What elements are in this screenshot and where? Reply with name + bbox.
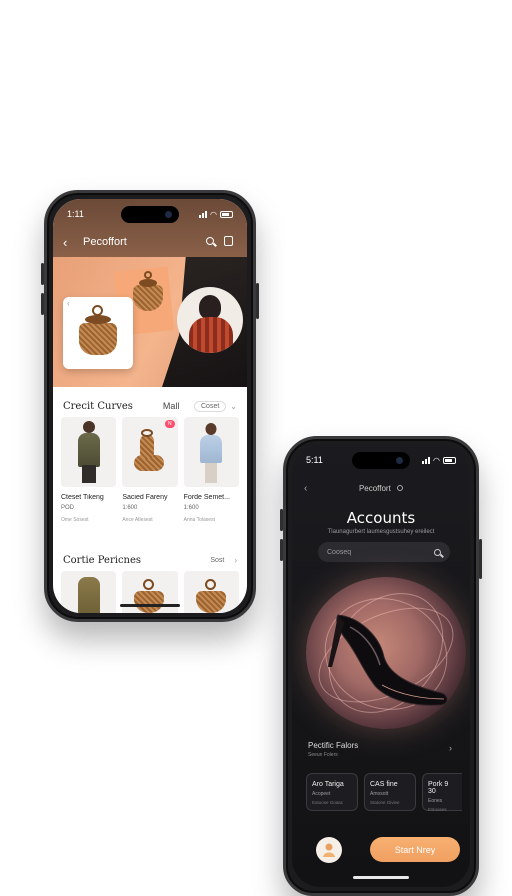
page-title: Accounts: [346, 509, 416, 527]
accounts-screen: 5:11 ◠ ‹ Pecoffort Accounts Tlaunagurber…: [292, 445, 470, 887]
card-subtitle: Amosott: [370, 791, 389, 797]
card-meta: Statone Giviee: [370, 800, 400, 805]
side-button: [41, 263, 44, 285]
product-name: Sacied Fareny: [122, 494, 168, 501]
product-name: Cteset Tikeng: [61, 494, 104, 501]
chevron-right-icon: ›: [449, 743, 452, 753]
status-time: 5:11: [306, 455, 323, 465]
side-button: [280, 509, 283, 531]
chevron-left-icon: ‹: [67, 299, 70, 308]
side-button: [280, 539, 283, 561]
product-price: 1:600: [183, 505, 199, 511]
search-icon: [206, 236, 214, 245]
card-subtitle: Acopeet: [312, 791, 331, 797]
home-indicator[interactable]: [353, 876, 409, 879]
info-icon[interactable]: [397, 485, 404, 492]
back-arrow-icon[interactable]: ‹: [63, 235, 79, 250]
product-price: 1:600: [122, 505, 138, 511]
product-card[interactable]: [61, 571, 117, 613]
side-button: [41, 293, 44, 315]
heel-shoe-image: [328, 614, 448, 706]
status-bar: 1:11 ◠: [67, 207, 233, 221]
product-vendor: Anna Tolasest: [183, 517, 215, 523]
section-tab-mall[interactable]: Mall: [163, 401, 180, 411]
featured-row[interactable]: Pectific Falors Seeun Folers ›: [308, 741, 452, 758]
product-image: [183, 571, 239, 613]
section-header-pericnes: Cortie Pericnes Sost ›: [63, 553, 237, 567]
card-title: Aro Tariga: [312, 781, 344, 788]
start-button[interactable]: Start Nrey: [370, 837, 460, 862]
top-nav: ‹ Pecoffort: [304, 481, 458, 495]
nav-title: Pecoffort: [83, 236, 127, 248]
section-header-curves: Crecit Curves Mall Coset ⌄: [63, 399, 237, 413]
product-image: N: [122, 417, 178, 487]
section-title: Crecit Curves: [63, 400, 133, 412]
back-arrow-icon[interactable]: ‹: [304, 483, 318, 494]
product-card[interactable]: N Sacied Fareny 1:600 Ance Atlesest: [122, 417, 178, 523]
product-price: POD: [61, 505, 75, 511]
nav-title: Pecoffort: [358, 483, 391, 493]
product-image: [61, 417, 117, 487]
chevron-down-icon: ⌄: [230, 401, 237, 411]
product-name: Forde Semet...: [183, 494, 230, 501]
see-all-link[interactable]: Sost: [204, 556, 230, 565]
shop-screen: 1:11 ◠ ‹ Pecoffort ‹ Crecit Curves Mall …: [53, 199, 247, 613]
filter-pill[interactable]: Coset: [194, 400, 227, 412]
cart-button[interactable]: [219, 235, 237, 249]
user-avatar-icon: [323, 843, 335, 857]
product-vendor: Ance Atlesest: [122, 517, 153, 523]
wifi-icon: ◠: [433, 455, 440, 465]
avatar[interactable]: [316, 837, 342, 863]
home-indicator[interactable]: [120, 604, 180, 607]
battery-icon: [220, 210, 233, 218]
hero-orb-image: [303, 570, 469, 736]
account-card[interactable]: CAS fine Amosott Statone Giviee: [364, 773, 416, 811]
wifi-icon: ◠: [210, 209, 217, 219]
product-image: [183, 417, 239, 487]
section-title: Cortie Pericnes: [63, 554, 142, 566]
search-input[interactable]: [327, 548, 434, 556]
signal-icon: [199, 210, 208, 218]
card-meta: Estooses: [428, 807, 447, 812]
row-subtitle: Seeun Folers: [308, 752, 338, 758]
card-meta: Eatoose Goaac: [312, 800, 344, 805]
bag-icon: [223, 235, 233, 246]
row-title: Pectific Falors: [308, 741, 359, 750]
page-subtitle: Tlaunagurbert laumesgustsuhey ereilect: [327, 529, 435, 535]
product-image: [61, 571, 117, 613]
account-cards: Aro Tariga Acopeet Eatoose Goaac CAS fin…: [306, 773, 470, 812]
card-title: CAS fine: [370, 781, 398, 788]
signal-icon: [422, 456, 431, 464]
phone-shop: 1:11 ◠ ‹ Pecoffort ‹ Crecit Curves Mall …: [41, 190, 259, 622]
power-button: [479, 539, 482, 579]
status-bar: 5:11 ◠: [306, 453, 456, 467]
hero-product-card[interactable]: ‹: [63, 297, 133, 369]
product-grid: Cteset Tikeng POD Ome Sosest N Sacied Fa…: [61, 417, 239, 523]
product-vendor: Ome Sosest: [61, 517, 89, 523]
power-button: [256, 283, 259, 319]
top-nav: ‹ Pecoffort: [63, 233, 237, 251]
hero-model-image: [177, 287, 243, 353]
status-time: 1:11: [67, 209, 84, 219]
hero-banner[interactable]: ‹: [53, 257, 247, 387]
card-title: Pork 9 30: [428, 781, 449, 795]
account-card[interactable]: Aro Tariga Acopeet Eatoose Goaac: [306, 773, 358, 811]
search-bar[interactable]: [318, 542, 450, 562]
product-card[interactable]: Cteset Tikeng POD Ome Sosest: [61, 417, 117, 523]
product-card[interactable]: Forde Semet... 1:600 Anna Tolasest: [183, 417, 239, 523]
card-subtitle: Eones: [428, 798, 443, 804]
search-button[interactable]: [201, 236, 219, 248]
product-badge: N: [165, 420, 175, 428]
phone-accounts: 5:11 ◠ ‹ Pecoffort Accounts Tlaunagurber…: [280, 436, 482, 896]
product-card[interactable]: [183, 571, 239, 613]
account-card[interactable]: Pork 9 30 Eones Estooses: [422, 773, 462, 812]
battery-icon: [443, 456, 456, 464]
search-icon[interactable]: [434, 548, 441, 556]
chevron-right-icon: ›: [234, 555, 237, 565]
